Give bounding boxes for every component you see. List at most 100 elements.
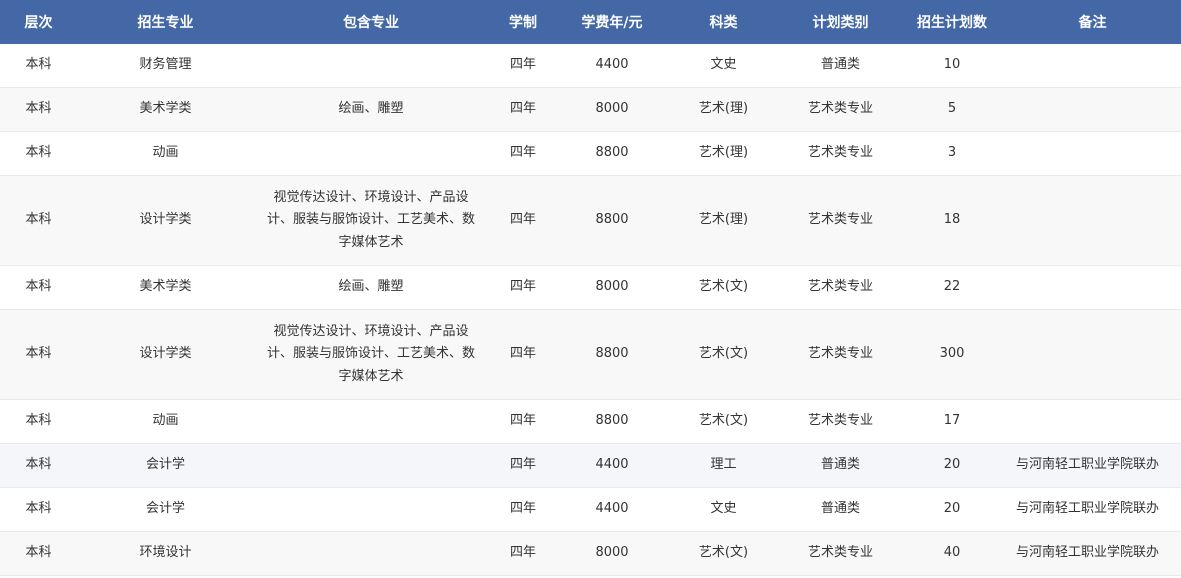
cell-included-majors	[254, 131, 488, 176]
table-row: 本科 环境设计 四年 8000 艺术(文) 艺术类专业 40 与河南轻工职业学院…	[0, 531, 1181, 576]
cell-level: 本科	[0, 399, 77, 444]
header-included-majors: 包含专业	[254, 0, 488, 44]
header-tuition: 学费年/元	[558, 0, 666, 44]
cell-plan-type: 艺术类专业	[781, 87, 900, 132]
cell-plan-type: 艺术类专业	[781, 175, 900, 266]
cell-category: 艺术(文)	[666, 309, 781, 400]
cell-level: 本科	[0, 131, 77, 176]
cell-duration: 四年	[488, 531, 558, 576]
cell-tuition: 4400	[558, 44, 666, 88]
cell-remark	[1004, 131, 1181, 176]
cell-tuition: 4400	[558, 443, 666, 488]
cell-duration: 四年	[488, 44, 558, 88]
cell-included-majors	[254, 399, 488, 444]
cell-included-majors	[254, 443, 488, 488]
cell-duration: 四年	[488, 87, 558, 132]
cell-duration: 四年	[488, 309, 558, 400]
table-row: 本科 动画 四年 8800 艺术(理) 艺术类专业 3	[0, 131, 1181, 176]
cell-major: 动画	[77, 399, 254, 444]
cell-plan-count: 300	[900, 309, 1004, 400]
cell-tuition: 8800	[558, 131, 666, 176]
table-row: 本科 设计学类 视觉传达设计、环境设计、产品设计、服装与服饰设计、工艺美术、数字…	[0, 309, 1181, 400]
cell-category: 艺术(理)	[666, 175, 781, 266]
cell-duration: 四年	[488, 131, 558, 176]
cell-duration: 四年	[488, 399, 558, 444]
table-row: 本科 动画 四年 8800 艺术(文) 艺术类专业 17	[0, 399, 1181, 444]
cell-plan-type: 普通类	[781, 44, 900, 88]
table-row: 本科 美术学类 绘画、雕塑 四年 8000 艺术(理) 艺术类专业 5	[0, 87, 1181, 132]
cell-included-majors	[254, 44, 488, 88]
cell-remark	[1004, 175, 1181, 266]
header-row: 层次 招生专业 包含专业 学制 学费年/元 科类 计划类别 招生计划数 备注	[0, 0, 1181, 44]
table-body: 本科 财务管理 四年 4400 文史 普通类 10 本科 美术学类 绘画、雕塑 …	[0, 44, 1181, 576]
cell-duration: 四年	[488, 487, 558, 532]
cell-included-majors: 视觉传达设计、环境设计、产品设计、服装与服饰设计、工艺美术、数字媒体艺术	[254, 175, 488, 266]
cell-plan-count: 10	[900, 44, 1004, 88]
cell-major: 动画	[77, 131, 254, 176]
cell-plan-count: 5	[900, 87, 1004, 132]
cell-major: 设计学类	[77, 175, 254, 266]
cell-remark	[1004, 265, 1181, 310]
cell-plan-type: 艺术类专业	[781, 131, 900, 176]
header-duration: 学制	[488, 0, 558, 44]
cell-remark	[1004, 399, 1181, 444]
cell-major: 财务管理	[77, 44, 254, 88]
header-category: 科类	[666, 0, 781, 44]
cell-remark: 与河南轻工职业学院联办	[1004, 531, 1181, 576]
cell-plan-count: 3	[900, 131, 1004, 176]
cell-remark	[1004, 44, 1181, 88]
cell-included-majors: 绘画、雕塑	[254, 265, 488, 310]
cell-major: 美术学类	[77, 265, 254, 310]
cell-major: 设计学类	[77, 309, 254, 400]
cell-tuition: 8000	[558, 531, 666, 576]
table-row: 本科 财务管理 四年 4400 文史 普通类 10	[0, 44, 1181, 88]
table-row: 本科 会计学 四年 4400 理工 普通类 20 与河南轻工职业学院联办	[0, 443, 1181, 488]
enrollment-plan-table: 层次 招生专业 包含专业 学制 学费年/元 科类 计划类别 招生计划数 备注 本…	[0, 0, 1181, 576]
cell-plan-type: 普通类	[781, 443, 900, 488]
cell-major: 会计学	[77, 487, 254, 532]
cell-category: 艺术(文)	[666, 399, 781, 444]
table-row: 本科 会计学 四年 4400 文史 普通类 20 与河南轻工职业学院联办	[0, 487, 1181, 532]
cell-category: 艺术(理)	[666, 87, 781, 132]
cell-included-majors	[254, 487, 488, 532]
cell-duration: 四年	[488, 175, 558, 266]
cell-level: 本科	[0, 531, 77, 576]
cell-included-majors	[254, 531, 488, 576]
cell-category: 文史	[666, 44, 781, 88]
header-level: 层次	[0, 0, 77, 44]
cell-included-majors: 视觉传达设计、环境设计、产品设计、服装与服饰设计、工艺美术、数字媒体艺术	[254, 309, 488, 400]
included-majors-text: 绘画、雕塑	[338, 101, 404, 117]
cell-tuition: 8800	[558, 399, 666, 444]
cell-remark: 与河南轻工职业学院联办	[1004, 487, 1181, 532]
cell-plan-count: 20	[900, 487, 1004, 532]
cell-plan-count: 20	[900, 443, 1004, 488]
cell-level: 本科	[0, 265, 77, 310]
cell-major: 美术学类	[77, 87, 254, 132]
cell-level: 本科	[0, 309, 77, 400]
header-remark: 备注	[1004, 0, 1181, 44]
cell-major: 环境设计	[77, 531, 254, 576]
cell-tuition: 8000	[558, 265, 666, 310]
cell-plan-count: 22	[900, 265, 1004, 310]
cell-category: 文史	[666, 487, 781, 532]
cell-level: 本科	[0, 443, 77, 488]
header-plan-count: 招生计划数	[900, 0, 1004, 44]
cell-level: 本科	[0, 87, 77, 132]
table-header: 层次 招生专业 包含专业 学制 学费年/元 科类 计划类别 招生计划数 备注	[0, 0, 1181, 44]
header-major: 招生专业	[77, 0, 254, 44]
cell-plan-count: 18	[900, 175, 1004, 266]
cell-category: 艺术(文)	[666, 265, 781, 310]
included-majors-text: 视觉传达设计、环境设计、产品设计、服装与服饰设计、工艺美术、数字媒体艺术	[266, 189, 475, 250]
cell-duration: 四年	[488, 265, 558, 310]
cell-level: 本科	[0, 175, 77, 266]
cell-remark	[1004, 87, 1181, 132]
included-majors-text: 视觉传达设计、环境设计、产品设计、服装与服饰设计、工艺美术、数字媒体艺术	[266, 323, 475, 384]
included-majors-text: 绘画、雕塑	[338, 279, 404, 295]
cell-tuition: 8000	[558, 87, 666, 132]
cell-plan-type: 普通类	[781, 487, 900, 532]
cell-plan-type: 艺术类专业	[781, 531, 900, 576]
cell-tuition: 8800	[558, 175, 666, 266]
table-row: 本科 美术学类 绘画、雕塑 四年 8000 艺术(文) 艺术类专业 22	[0, 265, 1181, 310]
cell-category: 理工	[666, 443, 781, 488]
cell-level: 本科	[0, 44, 77, 88]
